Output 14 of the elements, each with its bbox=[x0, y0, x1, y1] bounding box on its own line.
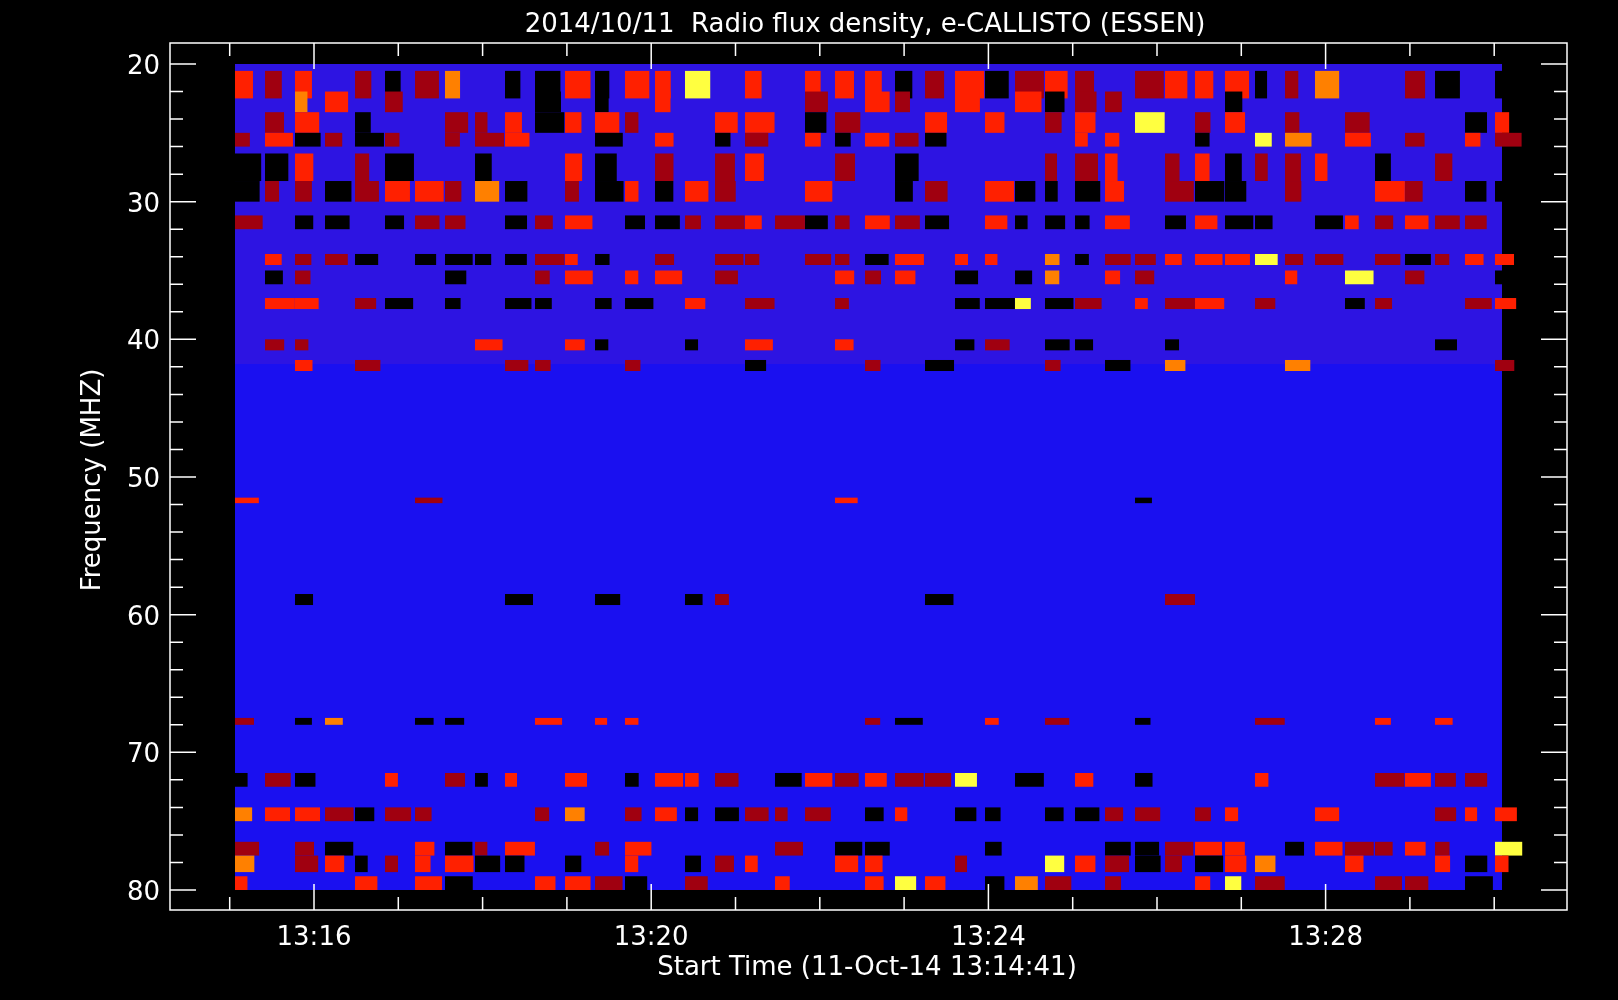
axis-label: Frequency (MHZ) bbox=[76, 368, 106, 592]
tick-label: 80 bbox=[126, 876, 160, 906]
tick-label: 13:28 bbox=[1288, 921, 1364, 951]
tick-label: 13:20 bbox=[613, 921, 689, 951]
tick-label: 70 bbox=[126, 738, 160, 769]
axis-label: Start Time (11-Oct-14 13:14:41) bbox=[657, 951, 1077, 981]
tick-label: 13:16 bbox=[276, 921, 352, 951]
tick-label: 20 bbox=[126, 50, 160, 80]
tick-label: 60 bbox=[126, 600, 160, 631]
tick-label: 40 bbox=[126, 325, 160, 356]
tick-label: 30 bbox=[126, 187, 160, 218]
tick-label: 50 bbox=[126, 463, 160, 493]
tick-label: 13:24 bbox=[950, 921, 1026, 951]
chart-title: 2014/10/11 Radio flux density, e-CALLISTO (ESSEN) bbox=[524, 8, 1206, 38]
